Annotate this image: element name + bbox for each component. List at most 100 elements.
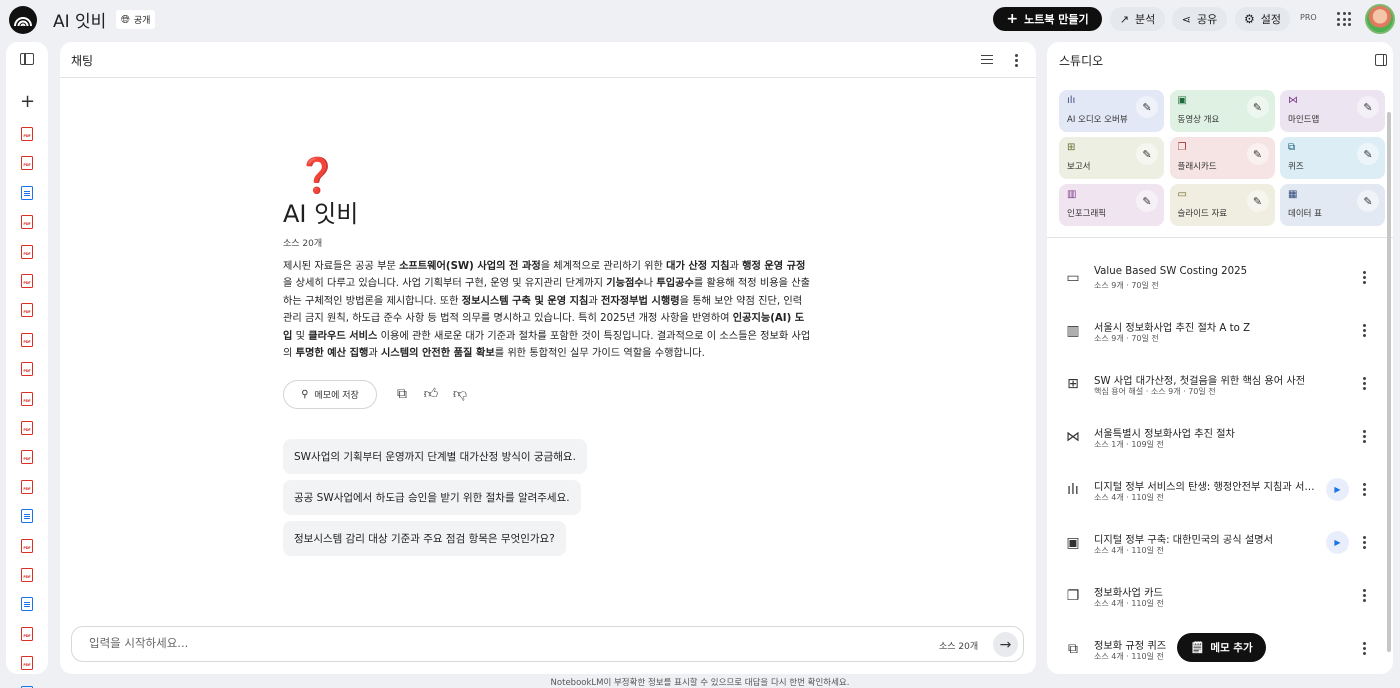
studio-note-item[interactable]: ⊞ SW 사업 대가산정, 첫걸음을 위한 핵심 용어 사전 핵심 용어 해설 · …: [1047, 376, 1393, 429]
pdf-file-icon[interactable]: PDF: [21, 391, 33, 406]
studio-tile-slides[interactable]: ▭ 슬라이드 자료 ✎: [1169, 184, 1275, 226]
pdf-file-icon[interactable]: PDF: [21, 656, 33, 671]
more-vert-icon[interactable]: [1363, 271, 1366, 284]
pdf-file-icon[interactable]: PDF: [21, 362, 33, 377]
edit-pencil-icon[interactable]: ✎: [1136, 190, 1158, 212]
pdf-tag: PDF: [23, 398, 31, 403]
note-icon: 🗒︎: [1190, 641, 1205, 654]
chat-input[interactable]: [89, 636, 909, 650]
more-vert-icon[interactable]: [1363, 536, 1366, 549]
suggested-question[interactable]: SW사업의 기획부터 운영까지 단계별 대가산정 방식이 궁금해요.: [283, 439, 587, 474]
studio-tile-audio[interactable]: ılı AI 오디오 오버뷰 ✎: [1059, 90, 1164, 132]
studio-note-item[interactable]: ▥ 서울시 정보화사업 추진 절차 A to Z 소스 9개 · 70일 전: [1047, 323, 1393, 376]
mindmap-icon: ⋈: [1066, 429, 1080, 445]
pdf-file-icon[interactable]: PDF: [21, 156, 33, 171]
add-memo-label: 메모 추가: [1210, 642, 1253, 654]
settings-button[interactable]: ⚙ 설정: [1235, 7, 1290, 31]
save-to-memo-button[interactable]: ⚲ 메모에 저장: [283, 380, 377, 409]
video-icon: ▣: [1177, 95, 1187, 106]
pdf-file-icon[interactable]: PDF: [21, 421, 33, 435]
copy-icon[interactable]: ⧉: [394, 386, 410, 402]
studio-tile-infographic[interactable]: ▥ 인포그래픽 ✎: [1059, 184, 1164, 226]
panel-toggle-icon[interactable]: [20, 53, 34, 65]
analytics-button[interactable]: ↗ 분석: [1110, 7, 1165, 31]
edit-pencil-icon[interactable]: ✎: [1136, 96, 1158, 118]
apps-grid-icon[interactable]: [1337, 12, 1351, 26]
pdf-file-icon[interactable]: PDF: [21, 274, 33, 288]
send-button[interactable]: →: [993, 632, 1018, 657]
doc-file-icon[interactable]: [21, 597, 33, 612]
add-memo-button[interactable]: 🗒︎ 메모 추가: [1177, 633, 1266, 662]
more-vert-icon[interactable]: [1015, 54, 1018, 67]
play-button[interactable]: ▶: [1326, 478, 1349, 501]
note-meta: 핵심 용어 해설 · 소스 9개 · 70일 전: [1094, 387, 1216, 396]
notebook-title[interactable]: AI 잇비: [53, 7, 106, 32]
edit-pencil-icon[interactable]: ✎: [1357, 190, 1379, 212]
pdf-file-icon[interactable]: PDF: [21, 215, 33, 230]
notebooklm-logo[interactable]: [9, 6, 37, 34]
studio-note-item[interactable]: ▭ Value Based SW Costing 2025 소스 9개 · 70일 …: [1047, 266, 1393, 323]
video-icon: ▣: [1066, 535, 1080, 551]
studio-tile-mindmap[interactable]: ⋈ 마인드맵 ✎: [1280, 90, 1385, 132]
share-button[interactable]: ⋖ 공유: [1172, 7, 1227, 31]
doc-file-icon[interactable]: [21, 509, 33, 524]
more-vert-icon[interactable]: [1363, 642, 1366, 655]
create-notebook-label: 노트북 만들기: [1024, 13, 1089, 26]
note-title: Value Based SW Costing 2025: [1094, 266, 1248, 277]
suggested-question[interactable]: 정보시스템 감리 대상 기준과 주요 점검 항목은 무엇인가요?: [283, 521, 566, 556]
slides-icon: ▭: [1177, 189, 1187, 200]
note-meta: 소스 4개 · 110일 전: [1094, 599, 1164, 608]
pdf-file-icon[interactable]: PDF: [21, 303, 33, 318]
studio-note-item[interactable]: ▣ 디지털 정부 구축: 대한민국의 공식 설명서 소스 4개 · 110일 전 ▶: [1047, 531, 1393, 588]
studio-tile-label: 플래시카드: [1177, 162, 1217, 172]
summary-text: 나: [643, 278, 657, 290]
pdf-tag: PDF: [23, 486, 31, 491]
more-vert-icon[interactable]: [1363, 430, 1366, 443]
panel-toggle-icon[interactable]: [1375, 54, 1387, 66]
thumbs-down-icon[interactable]: 👎︎: [452, 386, 468, 402]
pdf-file-icon[interactable]: PDF: [21, 244, 33, 259]
pdf-file-icon[interactable]: PDF: [21, 127, 33, 141]
chat-header: 채팅: [60, 42, 1036, 78]
edit-pencil-icon[interactable]: ✎: [1246, 190, 1269, 212]
pdf-file-icon[interactable]: PDF: [21, 568, 33, 582]
edit-pencil-icon[interactable]: ✎: [1246, 96, 1269, 118]
studio-note-item[interactable]: ⋈ 서울특별시 정보화사업 추진 절차 소스 1개 · 109일 전: [1047, 429, 1393, 482]
pdf-file-icon[interactable]: PDF: [21, 450, 33, 465]
notebook-heading: AI 잇비: [283, 200, 359, 228]
tune-icon[interactable]: [981, 54, 993, 65]
share-icon: ⋖: [1181, 12, 1191, 26]
edit-pencil-icon[interactable]: ✎: [1136, 143, 1158, 165]
pdf-file-icon[interactable]: PDF: [21, 626, 33, 641]
edit-pencil-icon[interactable]: ✎: [1357, 143, 1379, 165]
studio-tile-report[interactable]: ⊞ 보고서 ✎: [1059, 137, 1164, 179]
avatar[interactable]: [1365, 4, 1395, 34]
add-source-icon[interactable]: +: [20, 93, 35, 111]
edit-pencil-icon[interactable]: ✎: [1246, 143, 1269, 165]
more-vert-icon[interactable]: [1363, 377, 1366, 390]
studio-note-item[interactable]: ılı 디지털 정부 서비스의 탄생: 행정안전부 지침과 서울시 추진 절차소스…: [1047, 478, 1393, 535]
studio-tile-table[interactable]: ▦ 데이터 표 ✎: [1280, 184, 1385, 226]
note-title: 디지털 정부 구축: 대한민국의 공식 설명서: [1094, 535, 1273, 546]
more-vert-icon[interactable]: [1363, 483, 1366, 496]
suggested-question[interactable]: 공공 SW사업에서 하도급 승인을 받기 위한 절차를 알려주세요.: [283, 480, 581, 515]
more-vert-icon[interactable]: [1363, 324, 1366, 337]
globe-icon: 🌐︎: [121, 13, 130, 26]
scrollbar[interactable]: [1387, 112, 1391, 652]
create-notebook-button[interactable]: + 노트북 만들기: [993, 7, 1102, 31]
edit-pencil-icon[interactable]: ✎: [1357, 96, 1379, 118]
summary-keyword: 클라우드 서비스: [308, 330, 378, 342]
play-button[interactable]: ▶: [1326, 531, 1349, 554]
public-badge[interactable]: 🌐︎ 공개: [116, 10, 156, 29]
studio-tile-video[interactable]: ▣ 동영상 개요 ✎: [1169, 90, 1275, 132]
pdf-file-icon[interactable]: PDF: [21, 479, 33, 494]
thumbs-up-icon[interactable]: 👍︎: [423, 386, 439, 402]
pdf-file-icon[interactable]: PDF: [21, 538, 33, 553]
studio-tile-flashcard[interactable]: ❐ 플래시카드 ✎: [1169, 137, 1275, 179]
summary-text: 제시된 자료들은 공공 부문: [283, 261, 400, 272]
doc-file-icon[interactable]: [21, 185, 33, 200]
studio-tile-quiz[interactable]: ⧉ 퀴즈 ✎: [1280, 137, 1385, 179]
more-vert-icon[interactable]: [1363, 589, 1366, 602]
pdf-file-icon[interactable]: PDF: [21, 332, 33, 347]
pdf-tag: PDF: [23, 163, 31, 168]
